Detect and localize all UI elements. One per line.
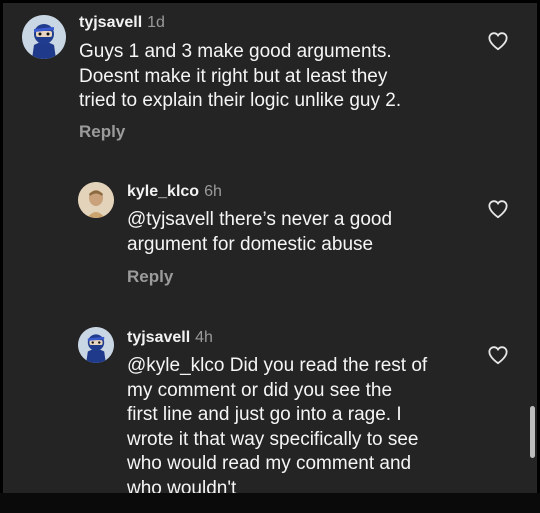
comments-screen: tyjsavell 1d Guys 1 and 3 make good argum…: [3, 3, 537, 493]
comment-line: who wouldn't: [127, 477, 237, 494]
comment-time: 6h: [204, 183, 222, 200]
username-text[interactable]: tyjsavell: [127, 329, 190, 346]
heart-outline-icon[interactable]: [487, 31, 509, 51]
ninja-avatar-icon[interactable]: [78, 327, 114, 363]
comment-line: wrote it that way specifically to see: [127, 428, 419, 450]
comment-body: @kyle_klco Did you read the rest of my c…: [127, 354, 497, 493]
comment-time: 1d: [147, 14, 165, 31]
comment-line: tried to explain their logic unlike guy …: [79, 90, 402, 111]
ninja-avatar-icon[interactable]: [22, 15, 66, 59]
comment-username[interactable]: tyjsavell 1d: [79, 14, 165, 32]
comment-line: Doesnt make it right but at least they: [79, 65, 388, 87]
bottom-bar: [0, 493, 540, 513]
heart-outline-icon[interactable]: [487, 199, 509, 219]
profile-photo-icon[interactable]: [78, 182, 114, 218]
comment-body: Guys 1 and 3 make good arguments. Doesnt…: [79, 40, 499, 114]
comment-line: my comment or did you see the: [127, 379, 393, 401]
comment-line: @kyle_klco Did you read the rest of: [127, 354, 497, 379]
comment-text: there’s never a good: [213, 209, 393, 230]
reply-button[interactable]: Reply: [79, 122, 125, 142]
comment-text: Did you read the rest of: [224, 355, 428, 376]
mention-link[interactable]: @kyle_klco: [127, 355, 224, 376]
comment-line: first line and just go into a rage. I: [127, 404, 402, 425]
heart-outline-icon[interactable]: [487, 345, 509, 365]
reply-button[interactable]: Reply: [127, 267, 173, 287]
comment-line: argument for domestic abuse: [127, 233, 374, 255]
mention-link[interactable]: @tyjsavell: [127, 209, 214, 230]
comment-line: who would read my comment and: [127, 453, 412, 474]
comment-username[interactable]: tyjsavell 4h: [127, 329, 213, 347]
comment-body: @tyjsavell there’s never a good argument…: [127, 208, 487, 257]
username-text[interactable]: tyjsavell: [79, 14, 142, 31]
username-text[interactable]: kyle_klco: [127, 183, 199, 200]
comment-time: 4h: [195, 329, 213, 346]
comment-line: Guys 1 and 3 make good arguments.: [79, 41, 392, 62]
comment-line: @tyjsavell there’s never a good: [127, 208, 487, 233]
scrollbar-thumb[interactable]: [530, 406, 535, 458]
comment-username[interactable]: kyle_klco 6h: [127, 183, 222, 201]
